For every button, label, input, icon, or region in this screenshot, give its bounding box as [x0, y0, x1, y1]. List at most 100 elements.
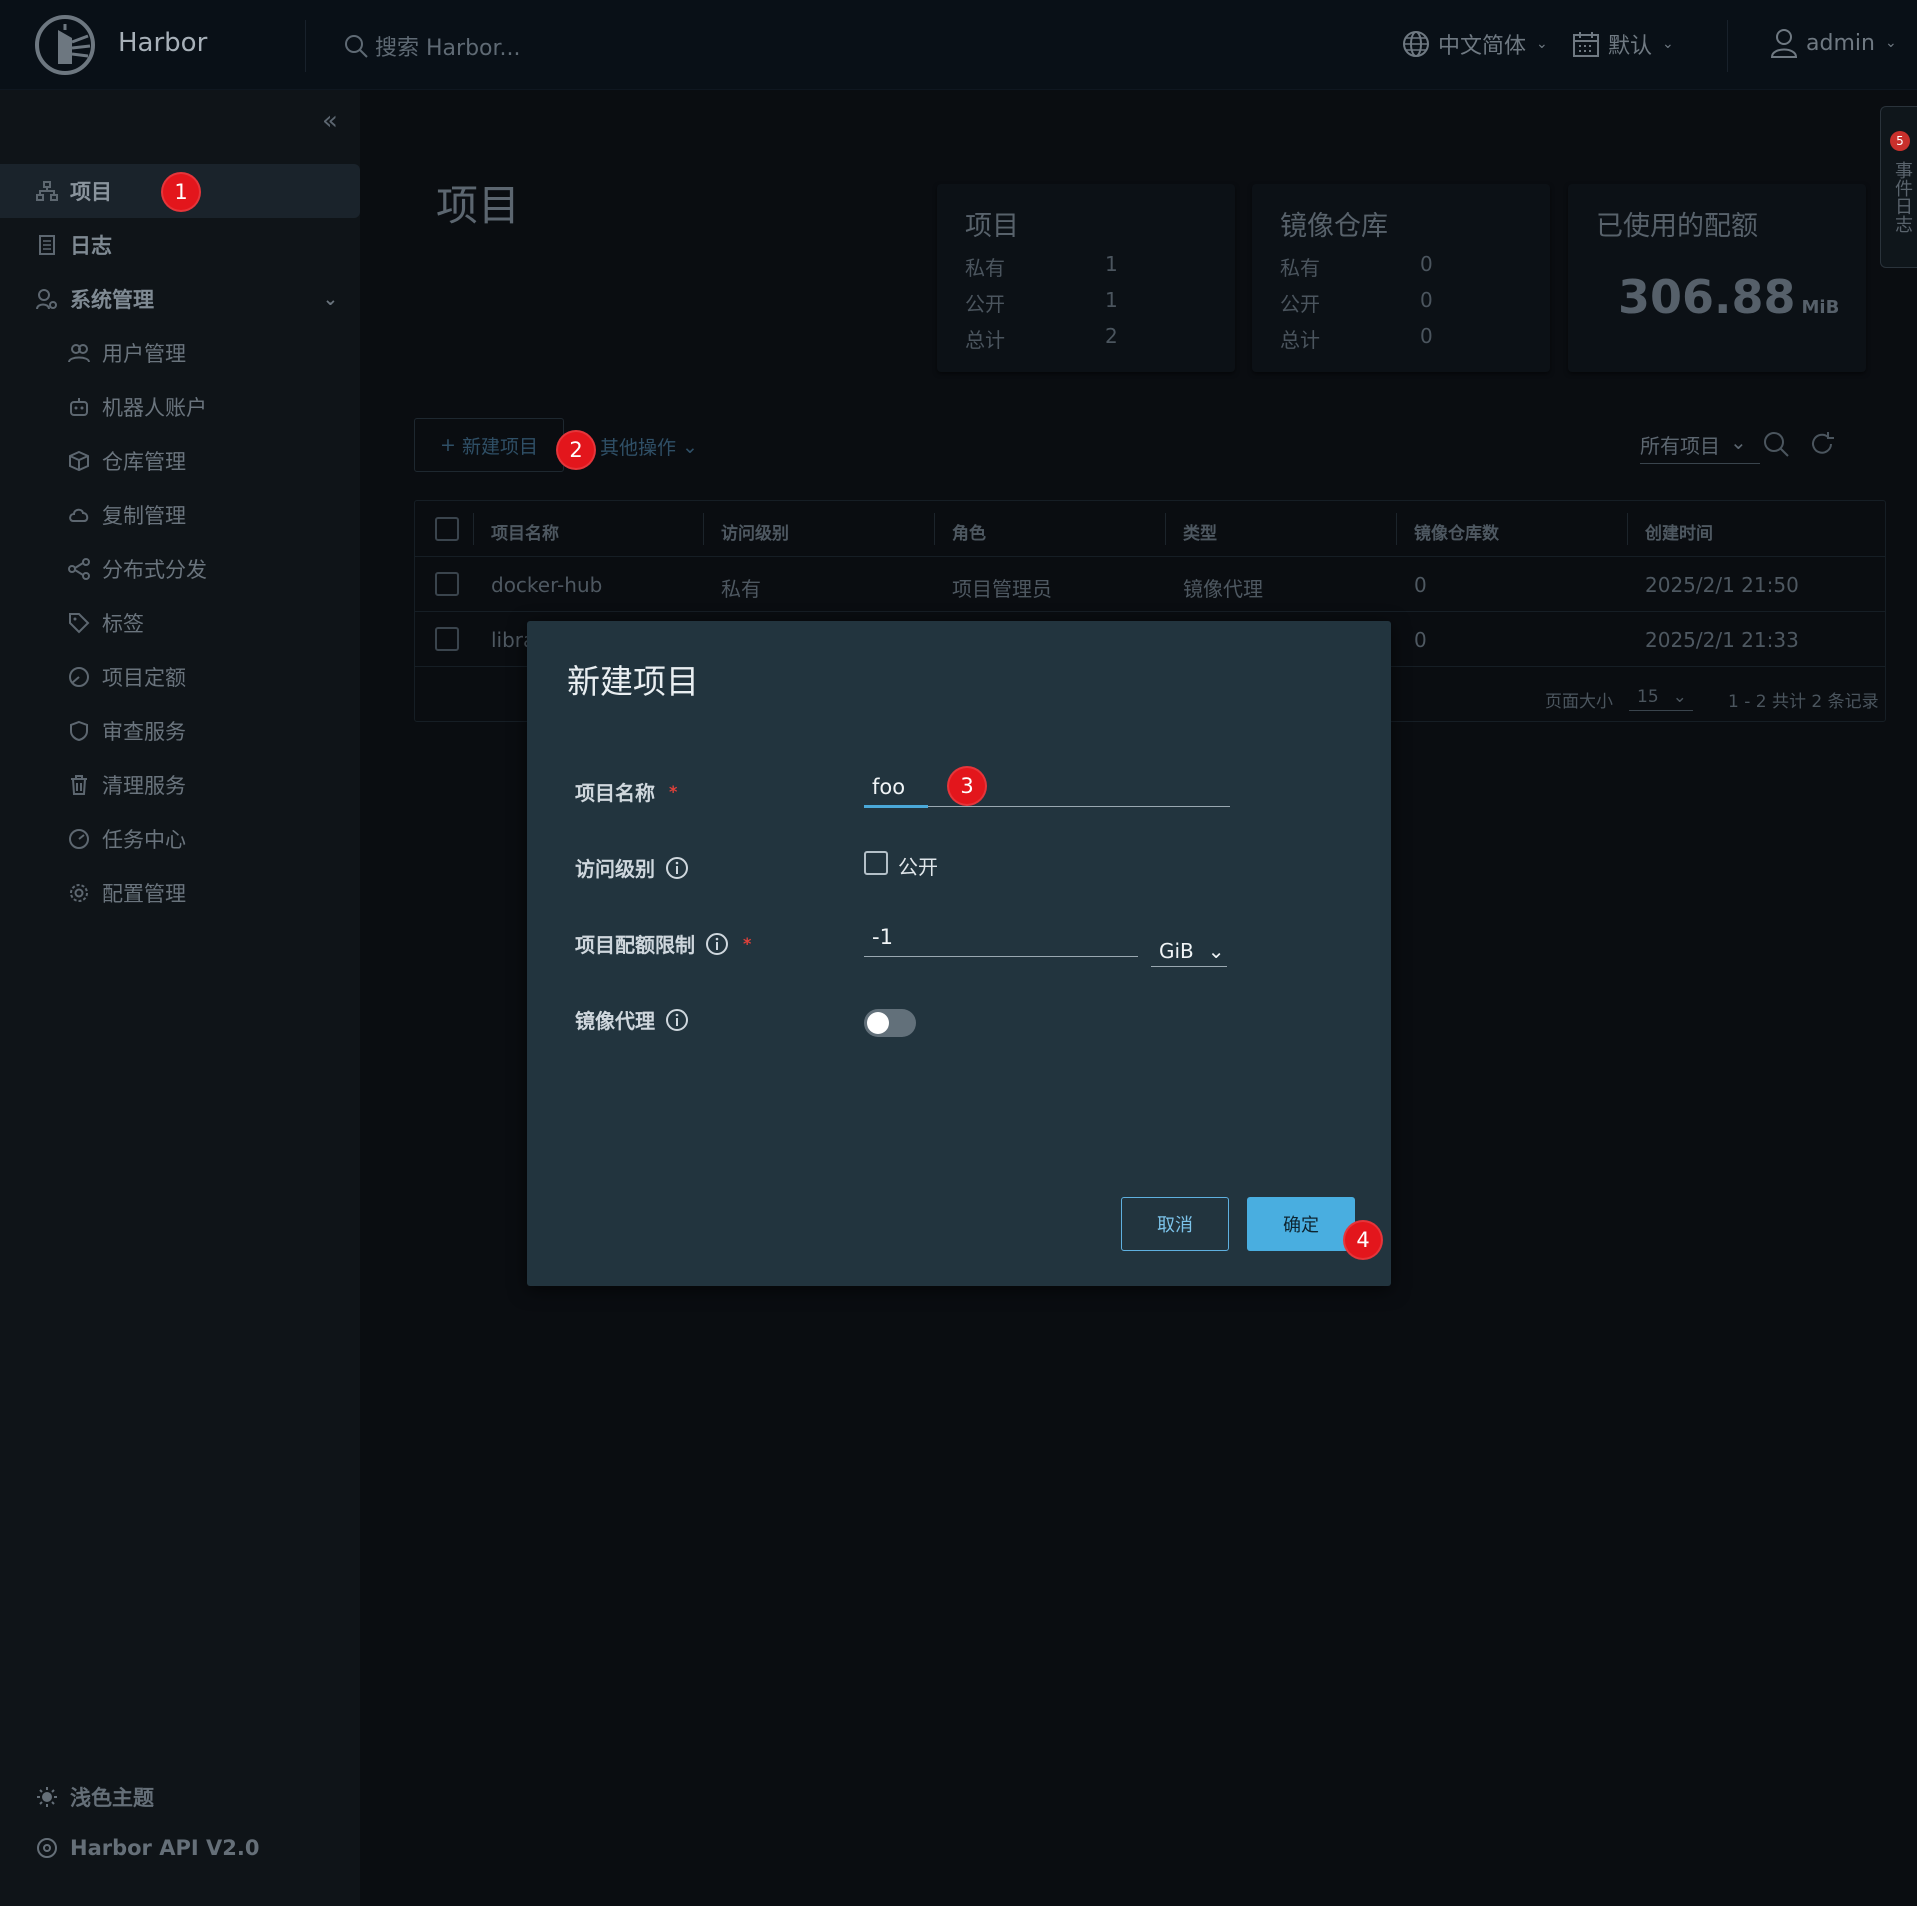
sidebar-item-distributions[interactable]: 分布式分发: [0, 542, 360, 596]
sidebar-item-interrogation-services[interactable]: 审查服务: [0, 704, 360, 758]
event-count-badge: 5: [1890, 131, 1910, 151]
column-header-name[interactable]: 项目名称: [491, 519, 559, 544]
step-badge-2: 2: [556, 430, 596, 470]
row-checkbox[interactable]: [435, 627, 459, 651]
other-actions-dropdown[interactable]: 其他操作 ⌄: [600, 433, 698, 460]
stat-value: 0: [1420, 324, 1433, 348]
search-icon[interactable]: [1762, 430, 1790, 458]
search-icon: [345, 35, 368, 58]
refresh-icon[interactable]: [1808, 430, 1836, 458]
event-log-tab[interactable]: 5 事件日志: [1880, 106, 1917, 268]
quota-stat-card: 已使用的配额 306.88 MiB: [1568, 184, 1866, 372]
row-checkbox[interactable]: [435, 572, 459, 596]
globe-icon: [1403, 31, 1429, 57]
input-value: -1: [872, 925, 893, 949]
chevron-down-icon: ⌄: [1536, 36, 1548, 52]
brand-name[interactable]: Harbor: [118, 28, 207, 58]
proxy-cache-toggle[interactable]: [864, 1009, 916, 1037]
label-text: 项目名称: [575, 781, 655, 805]
stat-row: 总计 2: [965, 324, 1205, 353]
sidebar-item-replications[interactable]: 复制管理: [0, 488, 360, 542]
harbor-logo-icon[interactable]: [34, 14, 96, 76]
chevron-down-icon: ⌄: [1730, 430, 1747, 454]
sidebar-item-logs[interactable]: 日志: [0, 218, 360, 272]
search-placeholder[interactable]: 搜索 Harbor...: [375, 30, 521, 62]
stat-row: 公开 0: [1280, 288, 1520, 317]
select-all-checkbox[interactable]: [435, 517, 459, 541]
stat-label: 私有: [1280, 256, 1320, 280]
datetime-format-selector[interactable]: 默认 ⌄: [1572, 28, 1674, 60]
chevron-down-icon: ⌄: [1672, 687, 1687, 707]
sidebar-item-robot-accounts[interactable]: 机器人账户: [0, 380, 360, 434]
new-project-dialog: 新建项目 项目名称 * foo 访问级别 公开 项目配额限制 * -1 GiB ⌄…: [527, 621, 1391, 1286]
public-checkbox-label[interactable]: 公开: [898, 851, 938, 880]
stat-label: 公开: [965, 292, 1005, 316]
column-header-access[interactable]: 访问级别: [721, 519, 789, 544]
column-header-repo-count[interactable]: 镜像仓库数: [1414, 519, 1499, 544]
stat-label: 总计: [1280, 328, 1320, 352]
page-size-value: 15: [1637, 687, 1659, 707]
new-project-button[interactable]: + 新建项目: [414, 418, 564, 472]
language-selector[interactable]: 中文简体 ⌄: [1402, 28, 1548, 60]
stat-value: 2: [1105, 324, 1118, 348]
info-icon[interactable]: [705, 932, 729, 956]
sidebar-item-label: 任务中心: [102, 828, 186, 852]
stat-label: 私有: [965, 256, 1005, 280]
info-icon[interactable]: [665, 1008, 689, 1032]
sidebar-item-users[interactable]: 用户管理: [0, 326, 360, 380]
sidebar-item-label: 项目定额: [102, 666, 186, 690]
shield-icon: [70, 720, 88, 742]
user-icon: [1770, 29, 1798, 58]
table-cell: 2025/2/1 21:50: [1645, 573, 1799, 597]
users-icon: [68, 344, 90, 363]
quota-limit-input[interactable]: -1: [864, 921, 1138, 957]
tag-icon: [69, 613, 90, 634]
stat-row: 公开 1: [965, 288, 1205, 317]
api-link-label: Harbor API V2.0: [70, 1836, 260, 1860]
quota-limit-label: 项目配额限制 *: [575, 929, 751, 958]
sidebar-item-label: 分布式分发: [102, 558, 207, 582]
project-name-input[interactable]: foo: [864, 771, 1230, 808]
sidebar-item-job-service[interactable]: 任务中心: [0, 812, 360, 866]
sidebar-item-clean-up[interactable]: 清理服务: [0, 758, 360, 812]
sidebar-item-configuration[interactable]: 配置管理: [0, 866, 360, 920]
light-theme-toggle[interactable]: 浅色主题: [36, 1782, 154, 1812]
sidebar-item-administration[interactable]: 系统管理 ⌄: [0, 272, 360, 326]
table-cell: 0: [1414, 573, 1427, 597]
ok-button[interactable]: 确定: [1247, 1197, 1355, 1251]
stat-label: 公开: [1280, 292, 1320, 316]
quota-value: 306.88: [1618, 270, 1796, 324]
page-size-select[interactable]: 15 ⌄: [1629, 681, 1693, 711]
sidebar-item-label: 配置管理: [102, 882, 186, 906]
sidebar-item-registries[interactable]: 仓库管理: [0, 434, 360, 488]
sidebar-item-label: 复制管理: [102, 504, 186, 528]
column-header-type[interactable]: 类型: [1183, 519, 1217, 544]
required-marker: *: [669, 782, 678, 801]
column-header-role[interactable]: 角色: [952, 519, 986, 544]
collapse-sidebar-icon[interactable]: «: [322, 106, 338, 136]
unit-value: GiB: [1159, 938, 1194, 963]
global-search[interactable]: 搜索 Harbor...: [343, 30, 521, 62]
public-checkbox[interactable]: [864, 851, 888, 875]
api-link[interactable]: Harbor API V2.0: [36, 1836, 259, 1860]
new-project-label: 新建项目: [461, 435, 538, 458]
sidebar-item-label: 系统管理: [70, 288, 154, 312]
project-filter-select[interactable]: 所有项目 ⌄: [1640, 430, 1760, 464]
chevron-down-icon[interactable]: ⌄: [323, 289, 338, 310]
project-name-link[interactable]: docker-hub: [491, 573, 602, 597]
info-icon[interactable]: [665, 856, 689, 880]
sidebar-item-quotas[interactable]: 项目定额: [0, 650, 360, 704]
label-text: 镜像代理: [575, 1009, 655, 1033]
table-row[interactable]: docker-hub 私有 项目管理员 镜像代理 0 2025/2/1 21:5…: [415, 557, 1885, 612]
sidebar-item-labels[interactable]: 标签: [0, 596, 360, 650]
column-header-created[interactable]: 创建时间: [1645, 519, 1713, 544]
stat-label: 总计: [965, 328, 1005, 352]
header-divider: [305, 20, 306, 72]
sidebar-item-label: 标签: [102, 612, 144, 636]
robot-icon: [70, 398, 88, 416]
table-cell: 项目管理员: [952, 577, 1052, 601]
user-menu[interactable]: admin ⌄: [1770, 28, 1897, 58]
quota-unit-select[interactable]: GiB ⌄: [1151, 929, 1227, 967]
top-header: Harbor 搜索 Harbor... 中文简体 ⌄ 默认 ⌄ admin ⌄: [0, 0, 1917, 90]
cancel-button[interactable]: 取消: [1121, 1197, 1229, 1251]
